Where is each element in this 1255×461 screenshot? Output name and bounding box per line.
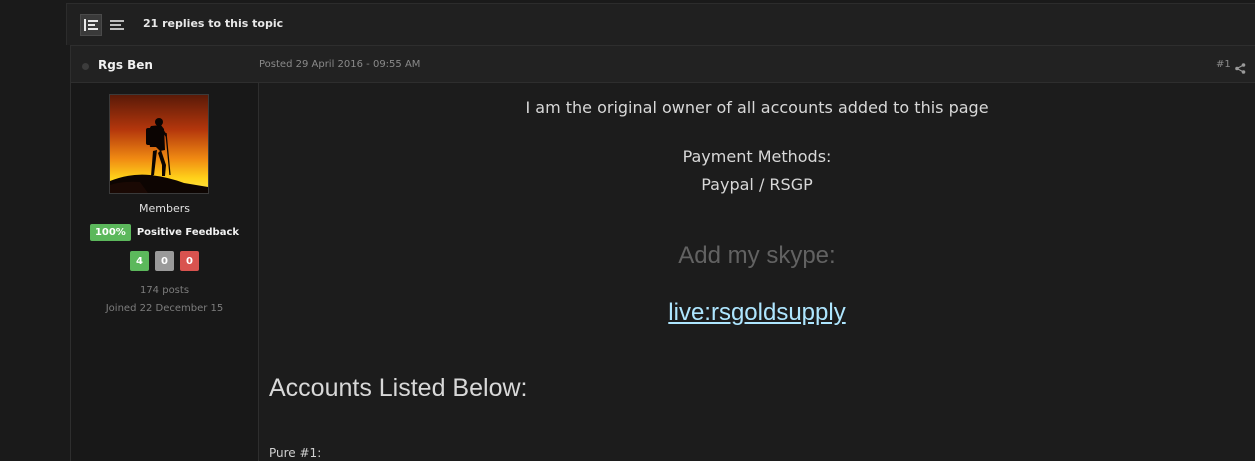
author-avatar[interactable]	[109, 94, 209, 194]
list-view-button[interactable]	[80, 14, 102, 36]
negative-feedback-count[interactable]: 0	[180, 251, 199, 271]
skype-link[interactable]: live:rsgoldsupply	[258, 299, 1255, 327]
post-date: Posted 29 April 2016 - 09:55 AM	[259, 59, 421, 70]
feedback-summary[interactable]: 100% Positive Feedback	[71, 224, 258, 241]
skype-label: Add my skype:	[678, 242, 836, 269]
offline-status-icon	[82, 63, 89, 70]
list-view-icon	[84, 16, 98, 35]
topic-toolbar: 21 replies to this topic	[66, 3, 1255, 45]
accounts-heading: Accounts Listed Below:	[269, 374, 528, 402]
payment-methods-title: Payment Methods:	[682, 147, 832, 166]
author-post-count: 174 posts	[139, 285, 190, 296]
post: Rgs Ben Posted 29 April 2016 - 09:55 AM …	[70, 45, 1255, 461]
owner-statement: I am the original owner of all accounts …	[525, 98, 989, 117]
linear-view-button[interactable]	[106, 14, 128, 36]
neutral-feedback-count[interactable]: 0	[155, 251, 174, 271]
author-sidebar: Members 100% Positive Feedback 4 0 0 174…	[71, 83, 259, 461]
post-header: Rgs Ben Posted 29 April 2016 - 09:55 AM …	[71, 45, 1255, 83]
payment-methods-list: Paypal / RSGP	[701, 175, 813, 194]
feedback-counts: 4 0 0	[71, 251, 258, 271]
member-group: Members	[139, 202, 190, 215]
author-joined-date: Joined 22 December 15	[105, 303, 224, 314]
feedback-percent-badge: 100%	[89, 224, 131, 241]
author-name-link[interactable]: Rgs Ben	[98, 58, 153, 72]
share-icon[interactable]	[1235, 59, 1246, 78]
post-number-link[interactable]: #1	[1216, 59, 1231, 70]
positive-feedback-count[interactable]: 4	[130, 251, 149, 271]
post-body: I am the original owner of all accounts …	[258, 83, 1255, 461]
hiker-silhouette-sunset-avatar	[110, 95, 208, 193]
linear-view-icon	[110, 16, 124, 35]
feedback-label: Positive Feedback	[136, 227, 240, 238]
account-entry-label: Pure #1:	[269, 446, 322, 460]
reply-count: 21 replies to this topic	[143, 17, 284, 30]
